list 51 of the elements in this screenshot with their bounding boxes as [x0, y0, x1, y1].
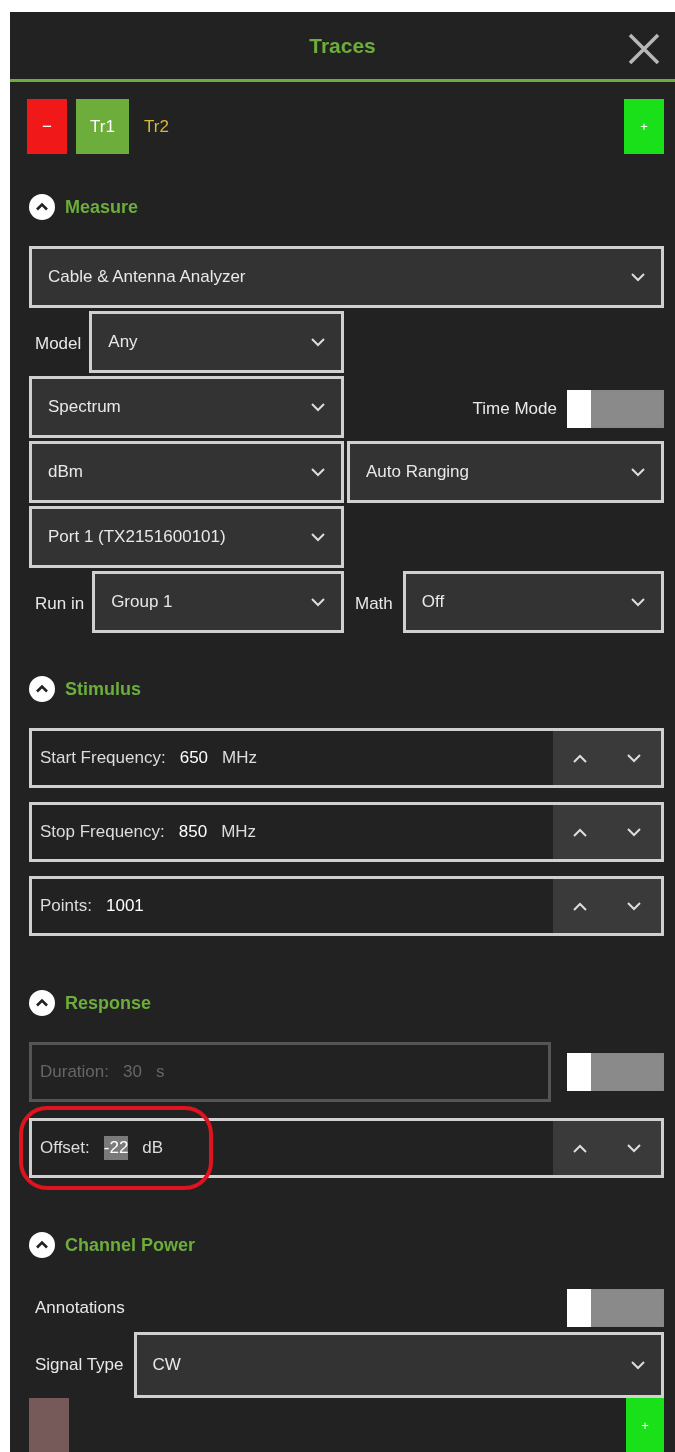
section-title: Response — [65, 992, 152, 1014]
number-field[interactable]: Start Frequency: 650 MHz — [29, 728, 664, 788]
color-swatch[interactable] — [29, 1398, 69, 1452]
field-label: Run in — [34, 593, 86, 614]
dropdown[interactable]: Spectrum — [29, 376, 344, 438]
section-title: Channel Power — [65, 1234, 196, 1256]
dropdown[interactable]: Off — [402, 571, 664, 633]
dropdown[interactable]: CW — [133, 1332, 664, 1398]
dropdown[interactable]: Any — [89, 311, 344, 373]
chevron-circle-icon[interactable] — [29, 676, 55, 702]
number-field[interactable]: Stop Frequency: 850 MHz — [29, 802, 664, 862]
section-title: Measure — [65, 196, 139, 218]
chevron-down-icon — [631, 1360, 645, 1370]
chevron-down-icon — [631, 597, 645, 607]
dropdown[interactable]: Group 1 — [92, 571, 344, 633]
chevron-down-icon — [311, 597, 325, 607]
chevron-up-icon[interactable] — [573, 827, 587, 837]
dropdown[interactable]: Cable & Antenna Analyzer — [29, 246, 664, 308]
dropdown[interactable]: Port 1 (TX2151600101) — [29, 506, 344, 568]
chevron-down-icon[interactable] — [627, 901, 641, 911]
field-label: Time Mode — [471, 398, 558, 419]
panel-title: Traces — [309, 33, 376, 58]
toggle-switch[interactable] — [567, 1289, 664, 1327]
chevron-down-icon — [311, 337, 325, 347]
section-title: Stimulus — [65, 678, 141, 700]
chevron-up-icon[interactable] — [573, 901, 587, 911]
number-field[interactable]: Offset: -22 dB — [29, 1118, 664, 1178]
field-label: Signal Type — [34, 1355, 125, 1375]
chevron-down-icon[interactable] — [627, 753, 641, 763]
field-label: Annotations — [34, 1298, 126, 1318]
field-label: Model — [34, 333, 83, 354]
chevron-down-icon — [311, 532, 325, 542]
chevron-circle-icon[interactable] — [29, 194, 55, 220]
chevron-up-icon[interactable] — [573, 1143, 587, 1153]
chevron-down-icon — [631, 272, 645, 282]
remove-trace-button[interactable]: − — [27, 99, 67, 154]
chevron-down-icon — [311, 467, 325, 477]
close-icon[interactable] — [627, 32, 661, 66]
chevron-down-icon — [311, 402, 325, 412]
trace-tab[interactable]: Tr2 — [138, 99, 175, 154]
chevron-circle-icon[interactable] — [29, 990, 55, 1016]
chevron-down-icon[interactable] — [627, 827, 641, 837]
chevron-down-icon[interactable] — [627, 1143, 641, 1153]
number-field[interactable]: Points: 1001 — [29, 876, 664, 936]
dropdown[interactable]: Auto Ranging — [347, 441, 664, 503]
toggle-switch[interactable] — [567, 389, 664, 428]
chevron-down-icon — [631, 467, 645, 477]
field-label: Math — [354, 593, 394, 614]
chevron-up-icon[interactable] — [573, 753, 587, 763]
chevron-circle-icon[interactable] — [29, 1232, 55, 1258]
dropdown[interactable]: dBm — [29, 441, 344, 503]
